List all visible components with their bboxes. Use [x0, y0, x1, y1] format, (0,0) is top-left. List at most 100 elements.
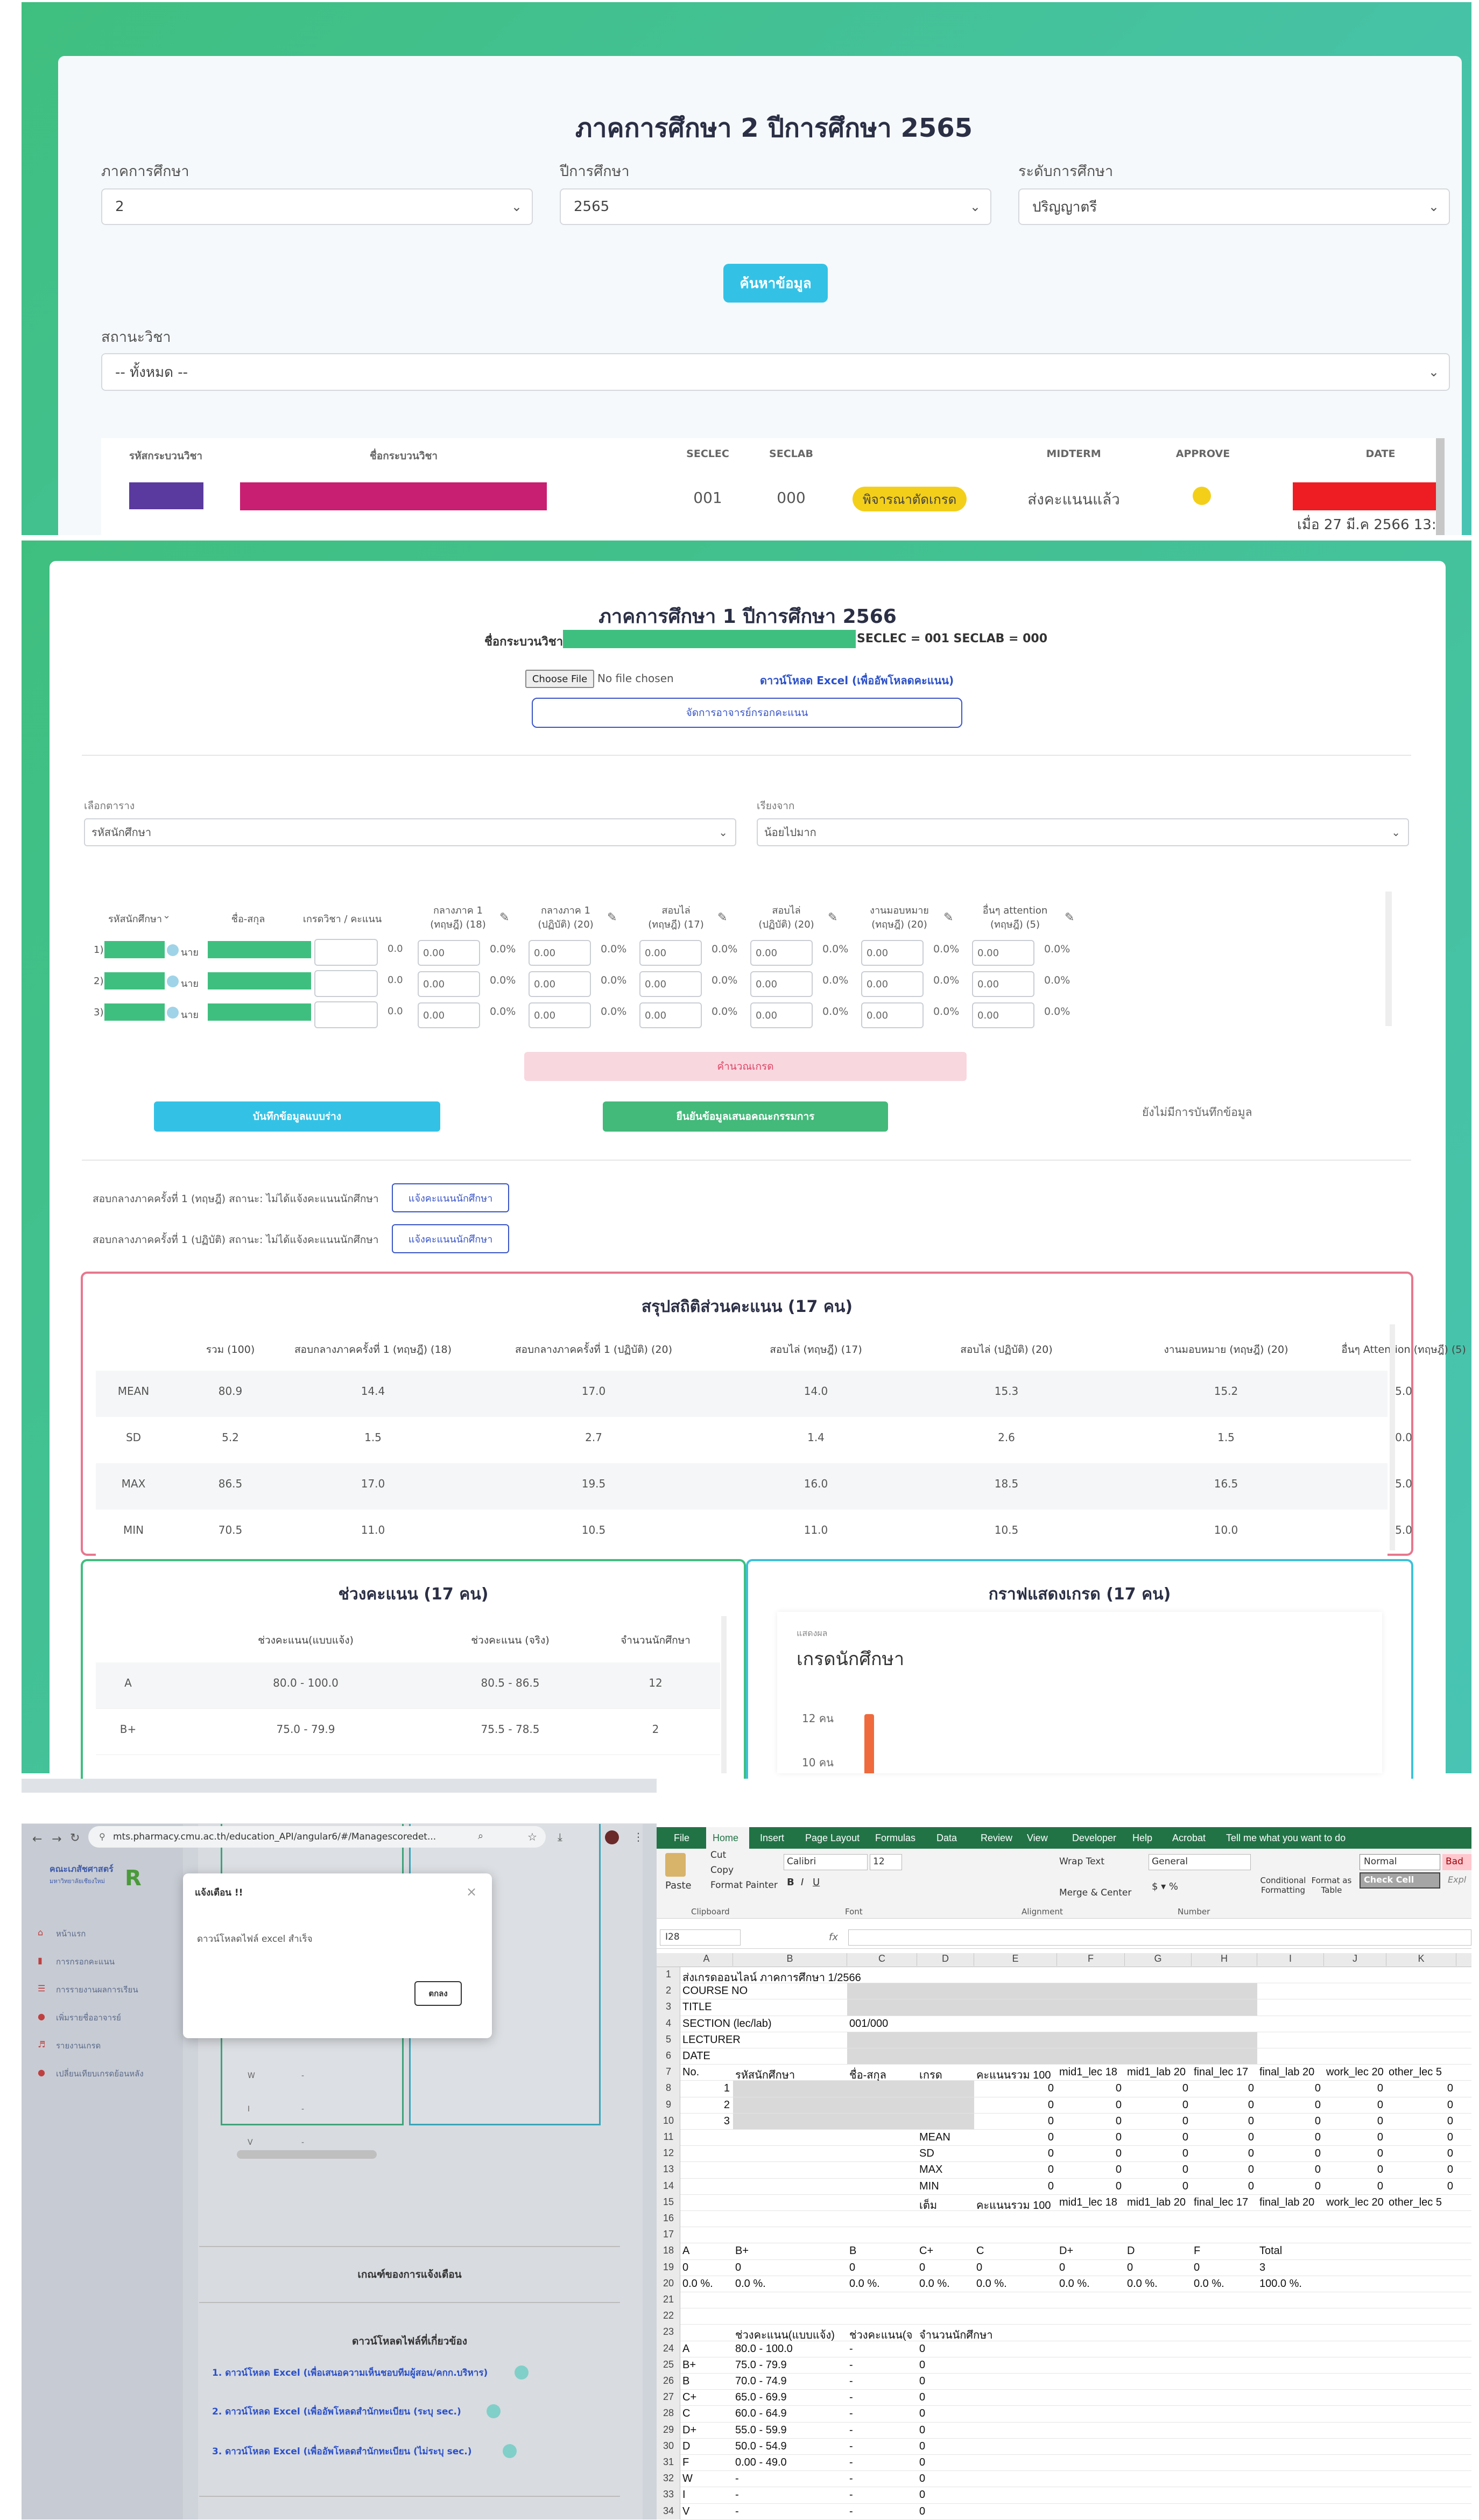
col-header[interactable]: D	[917, 1953, 974, 1966]
table-scrollbar[interactable]	[1436, 438, 1445, 535]
behind-scrollbar[interactable]	[237, 2150, 377, 2159]
cell[interactable]: MEAN	[919, 2131, 950, 2144]
choose-file-button[interactable]: Choose File	[525, 670, 594, 688]
row-header[interactable]: 10	[659, 2115, 678, 2126]
cell[interactable]: 0	[1127, 2099, 1188, 2111]
col-header[interactable]: J	[1324, 1953, 1386, 1966]
menu-item[interactable]: รายงานเกรด	[56, 2039, 101, 2052]
cell[interactable]: 65.0 - 69.9	[735, 2391, 787, 2404]
cell[interactable]: B	[849, 2245, 856, 2257]
profile-avatar[interactable]	[605, 1830, 619, 1844]
col-header[interactable]: A	[680, 1953, 733, 1966]
cell[interactable]: 0	[976, 2262, 982, 2274]
cell[interactable]: F	[1194, 2245, 1200, 2257]
cell[interactable]: 0	[1326, 2180, 1383, 2193]
row-header[interactable]: 18	[659, 2245, 678, 2256]
cell[interactable]: 0	[1127, 2082, 1188, 2095]
row-header[interactable]: 3	[659, 2001, 678, 2012]
cell[interactable]: SECTION (lec/lab)	[682, 2018, 772, 2030]
ribbon-tab[interactable]: Developer	[1072, 1833, 1116, 1844]
cell[interactable]: -	[849, 2424, 853, 2437]
cell[interactable]: D	[682, 2440, 690, 2453]
cell[interactable]: 0	[1326, 2099, 1383, 2111]
row-header[interactable]: 27	[659, 2391, 678, 2403]
row-header[interactable]: 23	[659, 2326, 678, 2338]
cell[interactable]: 0	[1326, 2115, 1383, 2128]
cell[interactable]: 0	[919, 2343, 925, 2355]
cell[interactable]: 0	[976, 2082, 1054, 2095]
wrap-text-button[interactable]: Wrap Text	[1059, 1856, 1104, 1867]
cell[interactable]: B	[682, 2375, 689, 2388]
conditional-formatting-button[interactable]: Conditional Formatting	[1257, 1876, 1309, 1895]
cell[interactable]: final_lec 17	[1194, 2066, 1248, 2079]
cell[interactable]: ช่วงคะแนน(จ	[849, 2326, 912, 2343]
cell[interactable]: 0	[1127, 2262, 1133, 2274]
row-header[interactable]: 21	[659, 2294, 678, 2305]
cell[interactable]: 0	[1259, 2099, 1321, 2111]
cell[interactable]: -	[849, 2375, 853, 2388]
cell[interactable]: 0	[919, 2359, 925, 2371]
cell[interactable]: 0	[1326, 2147, 1383, 2160]
row-header[interactable]: 5	[659, 2034, 678, 2045]
cell[interactable]: 0	[735, 2262, 741, 2274]
cell[interactable]: 70.0 - 74.9	[735, 2375, 787, 2388]
cell[interactable]: 100.0 %.	[1259, 2278, 1302, 2290]
paste-label[interactable]: Paste	[665, 1880, 692, 1891]
cell[interactable]: 0	[1059, 2082, 1122, 2095]
row-header[interactable]: 20	[659, 2278, 678, 2289]
manage-lecturer-button[interactable]: จัดการอาจารย์กรอกคะแนน	[532, 698, 962, 728]
cell[interactable]: mid1_lab 20	[1127, 2196, 1186, 2209]
cell[interactable]: D+	[1059, 2245, 1073, 2257]
cell[interactable]: 0	[1389, 2164, 1453, 2176]
cut-button[interactable]: Cut	[710, 1850, 726, 1861]
cell[interactable]: D	[1127, 2245, 1135, 2257]
currency-icon[interactable]: $ ▾ %	[1152, 1881, 1178, 1892]
cell[interactable]: DATE	[682, 2050, 710, 2062]
sort-table-select[interactable]: รหัสนักศึกษา ⌄	[84, 818, 736, 846]
row-header[interactable]: 33	[659, 2489, 678, 2500]
row-header[interactable]: 15	[659, 2196, 678, 2208]
cell[interactable]: 0	[1059, 2164, 1122, 2176]
cell[interactable]: ช่วงคะแนน(แบบแจ้ง)	[735, 2326, 835, 2343]
cell[interactable]: 0	[1326, 2082, 1383, 2095]
cell[interactable]: 0	[1194, 2164, 1254, 2176]
cell[interactable]: other_lec 5	[1389, 2196, 1442, 2209]
cell[interactable]: 0	[976, 2180, 1054, 2193]
score-input[interactable]: 0.00	[418, 971, 480, 997]
menu-item[interactable]: หน้าแรก	[56, 1927, 86, 1940]
formula-input[interactable]	[848, 1929, 1471, 1946]
range-scrollbar[interactable]	[721, 1616, 727, 1773]
row-header[interactable]: 32	[659, 2473, 678, 2484]
cell[interactable]: 0	[1059, 2131, 1122, 2144]
row-header[interactable]: 7	[659, 2066, 678, 2077]
cell[interactable]: 0	[919, 2505, 925, 2518]
score-input[interactable]: 0.00	[529, 940, 591, 966]
sort-by-select[interactable]: น้อยไปมาก ⌄	[757, 818, 1409, 846]
cell[interactable]: final_lab 20	[1259, 2066, 1314, 2079]
cell[interactable]: 0	[919, 2375, 925, 2388]
score-input[interactable]: 0.00	[861, 971, 924, 997]
cell[interactable]: W	[682, 2473, 693, 2485]
cell[interactable]: F	[682, 2456, 689, 2469]
cell[interactable]: 0	[919, 2456, 925, 2469]
cell[interactable]: -	[849, 2440, 853, 2453]
paste-icon[interactable]	[665, 1853, 686, 1877]
score-input[interactable]: 0.00	[972, 1002, 1034, 1028]
cell[interactable]: 0	[1389, 2099, 1453, 2111]
cell[interactable]: 0.0 %.	[1059, 2278, 1090, 2290]
cell[interactable]: D+	[682, 2424, 696, 2437]
cell[interactable]: 0	[1259, 2115, 1321, 2128]
menu-item[interactable]: เปลี่ยนเทียบเกรดย้อนหลัง	[56, 2067, 144, 2080]
score-input[interactable]: 0.00	[418, 940, 480, 966]
cell[interactable]: 0	[919, 2407, 925, 2420]
cell[interactable]: 0	[1389, 2082, 1453, 2095]
cell[interactable]: 0.0 %.	[682, 2278, 713, 2290]
row-header[interactable]: 17	[659, 2229, 678, 2240]
cell[interactable]: -	[849, 2505, 853, 2518]
row-header[interactable]: 16	[659, 2213, 678, 2224]
row-header[interactable]: 24	[659, 2343, 678, 2354]
cell[interactable]: C	[682, 2407, 690, 2420]
menu-item[interactable]: การกรอกคะแนน	[56, 1955, 115, 1968]
download-link-2[interactable]: 2. ดาวน์โหลด Excel (เพื่ออัพโหลดสำนักทะเ…	[212, 2404, 461, 2419]
cell[interactable]: work_lec 20	[1326, 2196, 1384, 2209]
